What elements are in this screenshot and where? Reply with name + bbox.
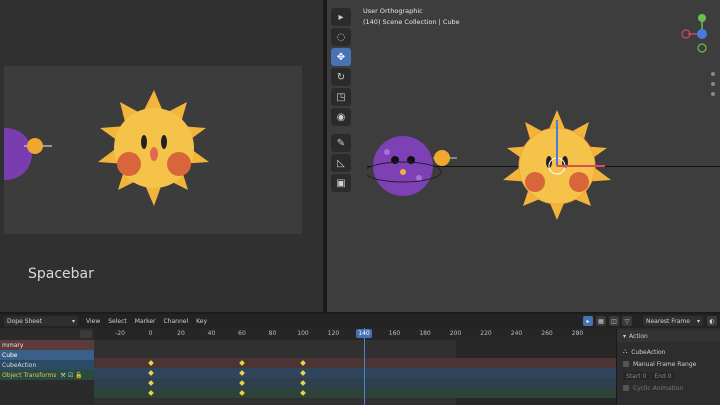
channel-cube[interactable]: Cube [0, 350, 94, 360]
chevron-down-icon: ▾ [623, 332, 627, 340]
ghost-icon[interactable]: ◫ [609, 316, 619, 326]
ruler-tick: 0 [148, 330, 153, 337]
lock-icon[interactable]: 🔓 [75, 372, 82, 379]
editor-type-label: Dope Sheet [7, 317, 43, 325]
small-sun [27, 138, 43, 154]
track-object-transforms [94, 388, 616, 398]
rotate-icon[interactable]: ↻ [331, 68, 351, 86]
cursor-icon[interactable]: ▸ [331, 8, 351, 26]
chevron-down-icon: ▾ [71, 317, 75, 325]
ruler-tick: 120 [327, 330, 340, 337]
cyclic-animation-toggle[interactable]: Cyclic Animation [617, 382, 720, 394]
chevron-down-icon: ▾ [696, 317, 700, 325]
track-cube [94, 368, 616, 378]
ruler-tick: -20 [115, 330, 125, 337]
render-view[interactable]: Spacebar [0, 0, 323, 312]
snapping-select[interactable]: Nearest Frame ▾ [643, 316, 703, 326]
scale-icon[interactable]: ◳ [331, 88, 351, 106]
ruler-tick: 60 [238, 330, 246, 337]
box-select-icon[interactable]: ▦ [596, 316, 606, 326]
wrench-icon[interactable]: ⚒ [60, 372, 65, 379]
channel-list: mmary Cube CubeAction Object Transforms … [0, 328, 94, 405]
viewport-scroll-icons[interactable] [710, 70, 716, 100]
keystroke-overlay: Spacebar [28, 266, 94, 282]
frame-ruler[interactable]: -20 0 20 40 60 80 100 120 140 160 180 200 220 240 260 2… [94, 328, 616, 340]
select-icon[interactable]: ◌ [331, 28, 351, 46]
render-preview [4, 66, 302, 234]
channel-summary[interactable]: mmary [0, 340, 94, 350]
ruler-tick: 200 [449, 330, 462, 337]
ruler-tick: 260 [541, 330, 553, 337]
dope-sheet-timeline[interactable]: -20 0 20 40 60 80 100 120 140 160 180 200 220 240 260 2… [94, 328, 616, 405]
planet-character [4, 128, 32, 180]
measure-icon[interactable]: ◺ [331, 154, 351, 172]
checkbox-icon[interactable] [623, 385, 629, 391]
channel-arrows-icon[interactable] [80, 330, 92, 338]
dope-sheet-header: Dope Sheet ▾ View Select Marker Channel … [0, 314, 720, 328]
ruler-tick: 40 [207, 330, 216, 337]
action-selector[interactable]: ⛬ CubeAction [617, 346, 720, 358]
navigation-gizmo[interactable] [680, 14, 720, 54]
ruler-tick: 20 [177, 330, 185, 337]
ruler-tick: 160 [388, 330, 401, 337]
track-summary [94, 358, 616, 368]
auto-key-icon[interactable]: ◐ [707, 316, 717, 326]
playhead-line[interactable] [364, 328, 365, 405]
transform-icon[interactable]: ◉ [331, 108, 351, 126]
channel-cubeaction[interactable]: CubeAction [0, 360, 94, 370]
track-cubeaction [94, 378, 616, 388]
ruler-tick: 80 [268, 330, 277, 337]
menu-view[interactable]: View [86, 318, 100, 325]
snapping-label: Nearest Frame [646, 317, 690, 325]
sun-character [98, 90, 209, 206]
frame-range-fields: Start 0 End 0 [617, 370, 720, 382]
scene-objects [367, 110, 611, 220]
ruler-tick: 220 [480, 330, 492, 337]
move-icon[interactable]: ✥ [331, 48, 351, 66]
small-sun-object [434, 150, 450, 166]
ruler-tick: 180 [419, 330, 431, 337]
dope-sheet-editor[interactable]: Dope Sheet ▾ View Select Marker Channel … [0, 312, 720, 405]
render-illustration [4, 90, 209, 206]
menu-key[interactable]: Key [196, 318, 207, 325]
annotate-icon[interactable]: ✎ [331, 134, 351, 152]
channel-object-transforms[interactable]: Object Transforms ⚒ ☑ 🔓 [0, 370, 94, 380]
select-mode-icon[interactable]: ▸ [583, 316, 593, 326]
channel-transforms-label: Object Transforms [2, 371, 57, 379]
editor-type-select[interactable]: Dope Sheet ▾ [4, 316, 78, 326]
scene-path-label: (140) Scene Collection | Cube [363, 18, 460, 26]
viewport-info: User Orthographic (140) Scene Collection… [363, 6, 460, 28]
checkbox-icon[interactable]: ☑ [68, 372, 73, 379]
ruler-tick: 100 [297, 330, 309, 337]
view-mode-label: User Orthographic [363, 7, 423, 15]
blender-window: Spacebar ▸ ◌ ✥ ↻ ◳ ◉ ✎ ◺ ▣ User Orthogra… [0, 0, 720, 405]
menu-marker[interactable]: Marker [135, 318, 156, 325]
menu-channel[interactable]: Channel [164, 318, 189, 325]
tool-shelf: ▸ ◌ ✥ ↻ ◳ ◉ ✎ ◺ ▣ [331, 8, 351, 194]
end-frame-field[interactable]: End 0 [651, 372, 675, 380]
start-frame-field[interactable]: Start 0 [623, 372, 650, 380]
menu-select[interactable]: Select [108, 318, 127, 325]
action-panel: ▾ Action ⛬ CubeAction Manual Frame Range… [616, 328, 720, 405]
panel-action-header[interactable]: ▾ Action [617, 330, 720, 342]
action-icon: ⛬ [623, 348, 628, 355]
filter-icon[interactable]: ▽ [622, 316, 632, 326]
ruler-tick: 280 [571, 330, 584, 337]
ruler-tick: 240 [510, 330, 523, 337]
sun-object [503, 110, 611, 220]
manual-frame-range-toggle[interactable]: Manual Frame Range [617, 358, 720, 370]
add-cube-icon[interactable]: ▣ [331, 174, 351, 192]
planet-object [367, 136, 442, 196]
current-frame-indicator[interactable]: 140 [356, 329, 372, 338]
3d-viewport[interactable]: ▸ ◌ ✥ ↻ ◳ ◉ ✎ ◺ ▣ User Orthographic (140… [327, 0, 720, 312]
checkbox-icon[interactable] [623, 361, 629, 367]
